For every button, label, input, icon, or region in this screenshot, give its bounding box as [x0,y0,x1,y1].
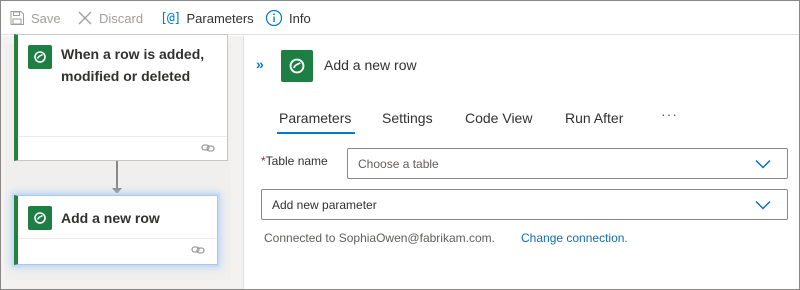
collapse-panel-icon[interactable]: » [256,56,264,72]
action-card[interactable]: Add a new row [14,195,218,265]
table-name-label: *Table name [261,154,328,168]
table-name-label-text: Table name [265,154,328,168]
change-connection-link[interactable]: Change connection. [521,231,628,245]
action-details-panel: » Add a new row Parameters Settings Code… [245,36,799,289]
info-button[interactable]: Info [265,1,311,35]
toolbar: Save Discard [@] Parameters Info [1,1,799,35]
tab-code-view[interactable]: Code View [465,110,532,126]
more-icon[interactable]: ··· [661,106,678,122]
tab-settings[interactable]: Settings [382,110,433,126]
action-title: Add a new row [61,210,160,226]
add-parameter-dropdown[interactable]: Add new parameter [261,189,788,220]
parameters-button[interactable]: [@] Parameters [160,1,254,35]
connection-status: Connected to SophiaOwen@fabrikam.com. [264,231,495,245]
tab-run-after[interactable]: Run After [565,110,623,126]
info-icon [265,9,283,27]
info-label: Info [289,10,311,26]
parameters-icon: [@] [160,10,182,26]
panel-title[interactable]: Add a new row [324,57,417,73]
close-icon [78,11,92,25]
save-icon [10,11,24,25]
save-label: Save [31,10,61,26]
tab-parameters[interactable]: Parameters [276,110,356,134]
discard-label: Discard [99,10,144,26]
trigger-title: When a row is added, modified or deleted [61,46,205,84]
dataverse-icon [281,50,313,82]
dataverse-icon [28,45,52,69]
flow-arrow-icon [112,188,122,194]
save-button[interactable]: Save [9,1,61,35]
flow-connector [116,161,118,191]
table-name-dropdown[interactable]: Choose a table [347,148,788,179]
card-divider [18,136,227,137]
link-icon[interactable] [201,141,215,155]
discard-button[interactable]: Discard [77,1,143,35]
card-divider [18,238,217,239]
link-icon[interactable] [191,243,205,257]
table-name-placeholder: Choose a table [358,156,439,171]
trigger-card[interactable]: When a row is added, modified or deleted [14,34,228,161]
chevron-down-icon [755,159,771,169]
chevron-down-icon [755,200,771,210]
add-parameter-value: Add new parameter [272,197,377,212]
dataverse-icon [28,206,52,230]
parameters-label: Parameters [186,10,254,26]
